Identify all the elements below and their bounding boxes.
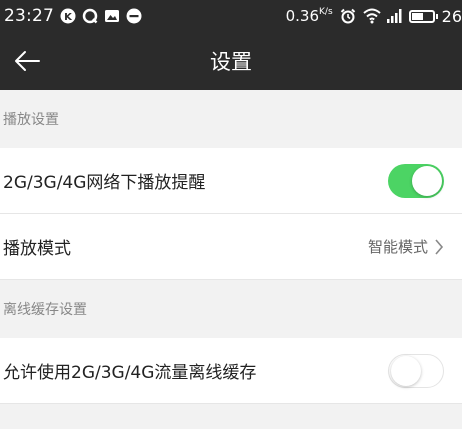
status-left: 23:27 K [4, 6, 142, 26]
k-app-icon: K [60, 8, 76, 24]
back-button[interactable] [12, 46, 42, 76]
chevron-right-icon [435, 238, 444, 255]
title-bar: 设置 [0, 32, 462, 90]
network-speed: 0.36K/s [286, 7, 333, 25]
wifi-icon [362, 8, 381, 24]
play-mode-value: 智能模式 [367, 238, 428, 256]
network-speed-unit: K/s [319, 7, 333, 17]
back-arrow-icon [15, 51, 40, 71]
row-label: 允许使用2G/3G/4G流量离线缓存 [3, 363, 257, 383]
signal-icon [386, 8, 402, 24]
status-right: 0.36K/s 26 [286, 7, 462, 26]
q-app-icon [82, 8, 98, 24]
network-play-reminder-toggle[interactable] [388, 163, 444, 198]
play-mode-value-group: 智能模式 [368, 236, 444, 257]
toggle-knob [391, 355, 421, 386]
alarm-icon [340, 8, 356, 24]
battery-level: 26 [441, 6, 462, 26]
section-header-offline-cache: 离线缓存设置 [3, 302, 87, 318]
minus-circle-icon [126, 8, 142, 24]
status-time: 23:27 [4, 6, 54, 26]
section-header-playback: 播放设置 [3, 112, 59, 128]
row-label: 播放模式 [3, 239, 71, 259]
row-allow-mobile-cache[interactable]: 允许使用2G/3G/4G流量离线缓存 [0, 338, 462, 404]
allow-mobile-cache-toggle[interactable] [388, 353, 444, 388]
toggle-knob [412, 165, 442, 196]
network-speed-value: 0.36 [285, 7, 320, 25]
row-network-play-reminder[interactable]: 2G/3G/4G网络下播放提醒 [0, 148, 462, 214]
image-icon [104, 8, 120, 24]
battery-icon [408, 9, 438, 23]
page-title: 设置 [210, 50, 252, 74]
row-play-mode[interactable]: 播放模式 智能模式 [0, 214, 462, 280]
status-bar: 23:27 K 0.36K/s 26 [0, 0, 462, 32]
svg-text:K: K [64, 12, 73, 23]
row-label: 2G/3G/4G网络下播放提醒 [3, 173, 206, 193]
